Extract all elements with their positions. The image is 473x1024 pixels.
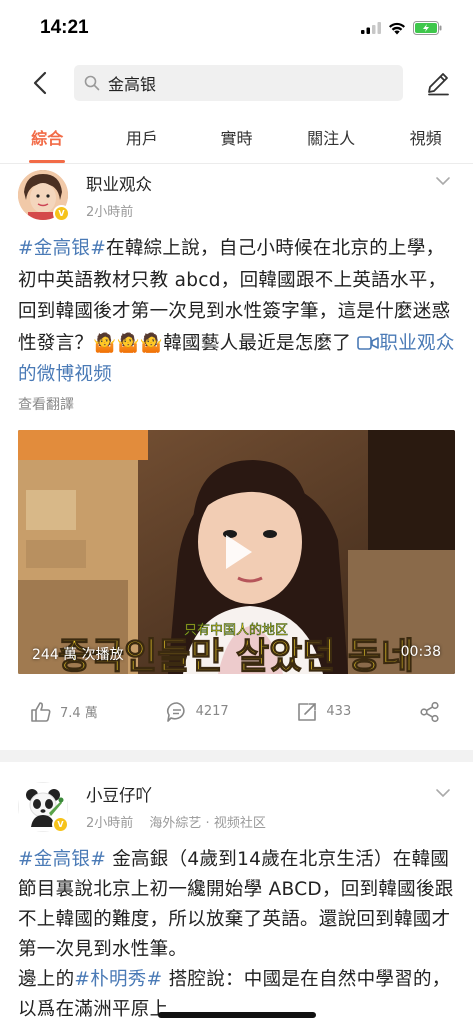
wifi-icon bbox=[389, 22, 405, 34]
verified-badge-icon: V bbox=[53, 205, 70, 222]
play-icon[interactable] bbox=[214, 529, 260, 575]
avatar[interactable]: V bbox=[18, 170, 70, 222]
thumbs-up-icon bbox=[31, 701, 51, 722]
author-name[interactable]: 职业观众 bbox=[86, 171, 455, 195]
status-bar: 14:21 bbox=[0, 0, 473, 56]
pencil-icon bbox=[428, 73, 449, 96]
hashtag-link[interactable]: #金高银# bbox=[18, 849, 106, 870]
tab-realtime[interactable]: 實時 bbox=[189, 110, 284, 163]
video-overlay: 244 萬 次播放 00:38 bbox=[32, 644, 441, 664]
tab-users[interactable]: 用戶 bbox=[95, 110, 190, 163]
tab-videos[interactable]: 視頻 bbox=[378, 110, 473, 163]
emoji: 🤷🤷🤷 bbox=[93, 332, 164, 354]
translate-link[interactable]: 查看翻譯 bbox=[18, 394, 455, 414]
post-body: #金高银#在韓綜上說，自己小時候在北京的上學，初中英語教材只教 abcd，回韓國… bbox=[18, 233, 455, 391]
search-input[interactable]: 金高银 bbox=[74, 65, 403, 101]
hashtag-link[interactable]: #朴明秀# bbox=[74, 969, 162, 990]
like-button[interactable]: 7.4 萬 bbox=[30, 701, 98, 723]
video-player[interactable]: 只有中国人的地区 중국인들만 살았던 동네 244 萬 次播放 00:38 bbox=[18, 429, 455, 674]
status-icons bbox=[361, 21, 443, 35]
tab-comprehensive[interactable]: 綜合 bbox=[0, 110, 95, 163]
verified-badge-icon: V bbox=[52, 815, 69, 833]
signal-icon bbox=[361, 22, 381, 34]
back-arrow-icon bbox=[33, 71, 47, 95]
compose-button[interactable] bbox=[423, 68, 453, 98]
search-tabs: 綜合 用戶 實時 關注人 視頻 bbox=[0, 110, 473, 164]
feed-post: V 小豆仔吖 2小時前 海外綜艺 · 视频社区 #金高银# 金高銀（4歲到14歲… bbox=[0, 776, 473, 1024]
status-time: 14:21 bbox=[40, 17, 89, 38]
repost-count: 433 bbox=[326, 704, 352, 719]
search-row: 金高银 bbox=[0, 56, 473, 110]
share-button[interactable] bbox=[419, 701, 441, 723]
search-query: 金高银 bbox=[108, 75, 157, 94]
back-button[interactable] bbox=[28, 68, 52, 98]
repost-icon bbox=[298, 702, 317, 721]
feed-divider bbox=[0, 749, 473, 762]
post-text-end: 韓國藝人最近是怎麼了 bbox=[163, 332, 352, 354]
comment-button[interactable]: 4217 bbox=[166, 701, 229, 723]
repost-button[interactable]: 433 bbox=[296, 701, 351, 723]
search-icon bbox=[84, 75, 100, 91]
comment-count: 4217 bbox=[195, 704, 229, 719]
post-time: 2小時前 bbox=[86, 816, 134, 831]
post-header: V 职业观众 2小時前 bbox=[18, 164, 455, 226]
tab-following[interactable]: 關注人 bbox=[284, 110, 379, 163]
avatar[interactable]: V bbox=[18, 781, 69, 833]
post-body: #金高银# 金高銀（4歲到14歲在北京生活）在韓國節目裏說北京上初一纔開始學 A… bbox=[18, 845, 455, 1024]
hashtag-link[interactable]: #金高银# bbox=[18, 238, 106, 259]
video-duration: 00:38 bbox=[400, 643, 441, 660]
video-camera-icon bbox=[357, 335, 380, 350]
post-meta: 2小時前 海外綜艺 · 视频社区 bbox=[86, 812, 455, 831]
video-views: 244 萬 次播放 bbox=[32, 646, 124, 663]
feed-post: V 职业观众 2小時前 #金高银#在韓綜上說，自己小時候在北京的上學，初中英語教… bbox=[0, 164, 473, 750]
comment-icon bbox=[166, 701, 185, 722]
chevron-down-icon[interactable] bbox=[435, 788, 451, 798]
post-time: 2小時前 bbox=[86, 204, 134, 220]
home-indicator bbox=[157, 1012, 316, 1018]
author-name[interactable]: 小豆仔吖 bbox=[86, 782, 455, 806]
post-source: 海外綜艺 · 视频社区 bbox=[149, 816, 266, 831]
author-info: 职业观众 2小時前 bbox=[86, 171, 455, 220]
share-icon bbox=[420, 701, 439, 722]
post-text: 邊上的 bbox=[18, 968, 75, 990]
post-actions: 7.4 萬 4217 433 bbox=[18, 674, 455, 750]
like-count: 7.4 萬 bbox=[60, 706, 98, 721]
post-header: V 小豆仔吖 2小時前 海外綜艺 · 视频社区 bbox=[18, 776, 455, 838]
chevron-down-icon[interactable] bbox=[435, 176, 451, 186]
author-info: 小豆仔吖 2小時前 海外綜艺 · 视频社区 bbox=[86, 782, 455, 831]
battery-charging-icon bbox=[413, 21, 442, 35]
